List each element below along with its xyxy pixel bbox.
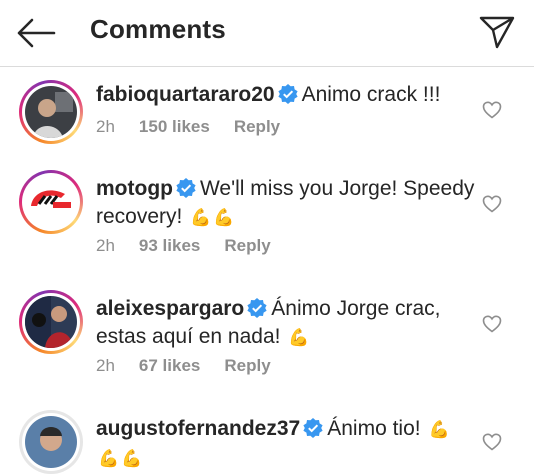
comment-text: Ánimo tio! [327, 417, 421, 440]
comment-username[interactable]: augustofernandez37 [96, 417, 300, 440]
heart-icon[interactable] [482, 194, 502, 214]
likes-count[interactable]: 67 likes [139, 356, 200, 375]
reply-button[interactable]: Reply [224, 356, 270, 375]
heart-icon[interactable] [482, 314, 502, 334]
avatar-image [25, 416, 77, 468]
comment-meta: 2h 67 likes Reply [96, 356, 295, 376]
heart-icon[interactable] [482, 432, 502, 452]
comment-username[interactable]: fabioquartararo20 [96, 83, 275, 106]
verified-badge-icon [247, 298, 267, 318]
reply-button[interactable]: Reply [234, 117, 280, 136]
avatar-image [25, 296, 77, 348]
flexed-biceps-emoji: 💪 [213, 208, 235, 227]
comment-item: aleixespargaro Ánimo Jorge crac, estas aq… [0, 290, 534, 410]
verified-badge-icon [303, 418, 323, 438]
likes-count[interactable]: 150 likes [139, 117, 210, 136]
comment-text: Animo crack !!! [301, 83, 441, 106]
avatar[interactable] [19, 290, 83, 354]
comment-time: 2h [96, 236, 115, 255]
comment-meta: 2h 150 likes Reply [96, 117, 304, 137]
comment-username[interactable]: aleixespargaro [96, 297, 244, 320]
verified-badge-icon [277, 84, 298, 104]
back-arrow-icon[interactable] [16, 16, 56, 50]
avatar[interactable] [19, 80, 83, 144]
heart-icon[interactable] [482, 100, 502, 120]
page-title: Comments [90, 14, 226, 44]
verified-badge-icon [176, 178, 196, 198]
reply-button[interactable]: Reply [224, 236, 270, 255]
flexed-biceps-emoji: 💪 [288, 328, 310, 347]
avatar-image [25, 176, 77, 228]
flexed-biceps-emoji: 💪 [190, 208, 212, 227]
avatar[interactable] [19, 170, 83, 234]
comment-username[interactable]: motogp [96, 177, 173, 200]
flexed-biceps-emoji: 💪 [98, 449, 120, 468]
comment-time: 2h [96, 356, 115, 375]
comment-time: 2h [96, 117, 115, 136]
comment-item: motogp We'll miss you Jorge! Speedy recov… [0, 170, 534, 290]
flexed-biceps-emoji: 💪 [121, 449, 143, 468]
avatar-image [25, 86, 77, 138]
direct-send-icon[interactable] [478, 14, 516, 50]
flexed-biceps-emoji: 💪 [428, 420, 450, 439]
likes-count[interactable]: 93 likes [139, 236, 200, 255]
comment-item: augustofernandez37 Ánimo tio! 💪 💪 💪 [0, 410, 534, 474]
comments-header: Comments [0, 0, 534, 67]
comment-meta: 2h 93 likes Reply [96, 236, 295, 256]
avatar[interactable] [19, 410, 83, 474]
